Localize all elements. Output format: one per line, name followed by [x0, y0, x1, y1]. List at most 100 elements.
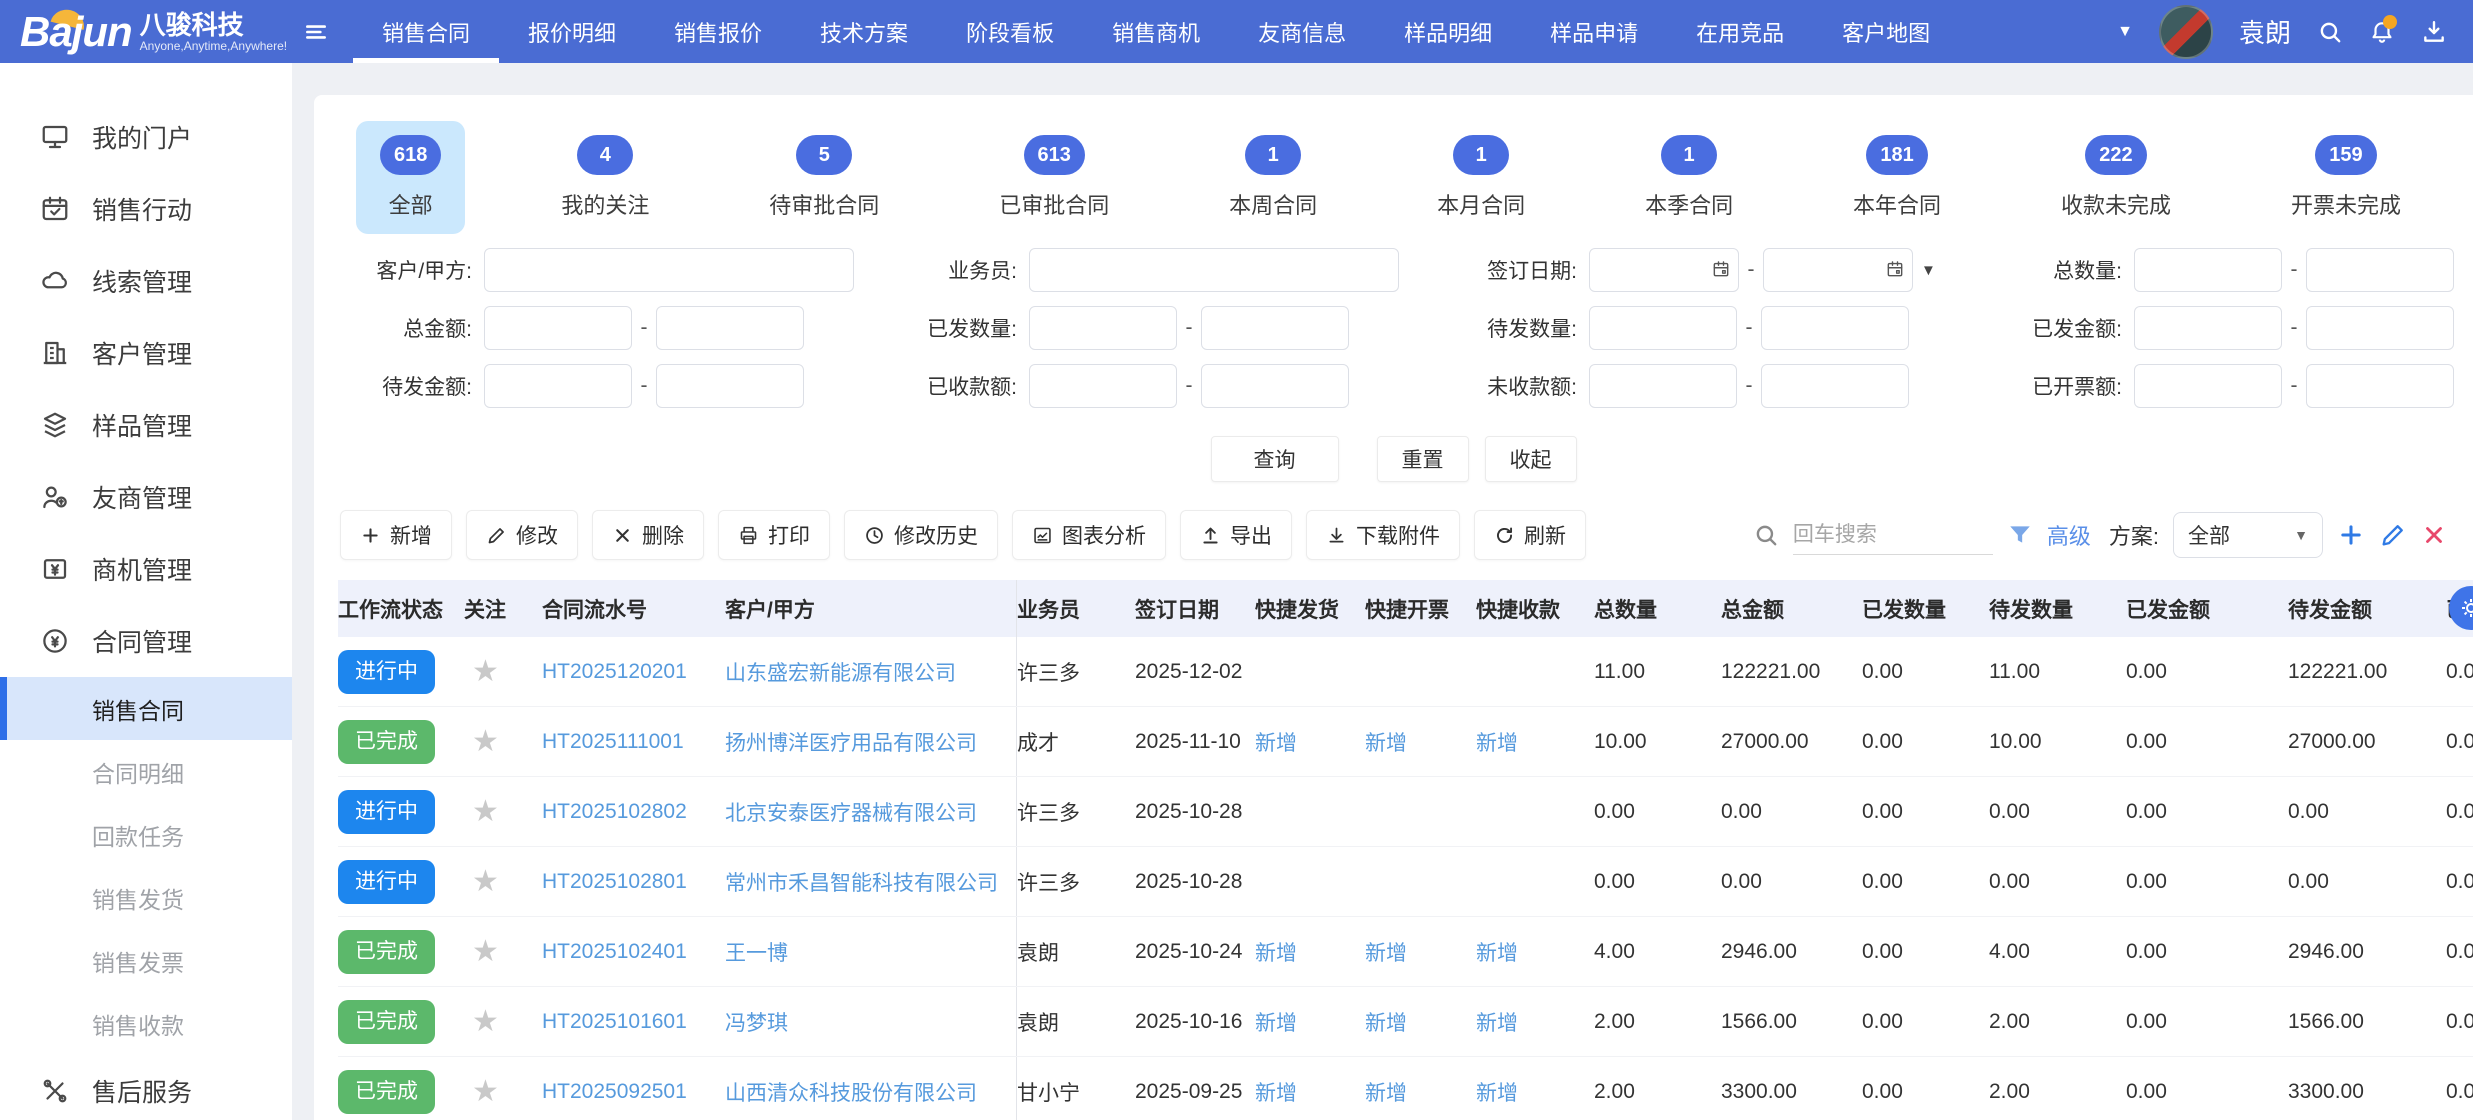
- filter-input-max[interactable]: [2306, 306, 2454, 350]
- sidebar-item[interactable]: 我的门户: [0, 101, 292, 173]
- collapse-button[interactable]: 收起: [1485, 436, 1577, 482]
- sidebar-subitem[interactable]: 合同明细: [0, 740, 292, 803]
- favorite-star-icon[interactable]: ★: [464, 797, 499, 827]
- sidebar-item[interactable]: 商机管理: [0, 533, 292, 605]
- table-search-input[interactable]: [1793, 515, 1993, 555]
- toolbar-button[interactable]: 修改历史: [844, 510, 998, 560]
- stat-card[interactable]: 613已审批合同: [975, 121, 1133, 234]
- quick-collect-link[interactable]: 新增: [1476, 1007, 1518, 1037]
- toolbar-button[interactable]: 导出: [1180, 510, 1292, 560]
- filter-input-max[interactable]: [1201, 306, 1349, 350]
- filter-input-max[interactable]: [656, 364, 804, 408]
- favorite-star-icon[interactable]: ★: [464, 867, 499, 897]
- filter-input-min[interactable]: [1589, 306, 1737, 350]
- nav-tab[interactable]: 在用竞品: [1667, 0, 1813, 63]
- reset-button[interactable]: 重置: [1377, 436, 1469, 482]
- toolbar-button[interactable]: 新增: [340, 510, 452, 560]
- filter-input-max[interactable]: [2306, 364, 2454, 408]
- favorite-star-icon[interactable]: ★: [464, 1077, 499, 1107]
- quick-invoice-link[interactable]: 新增: [1365, 937, 1407, 967]
- sidebar-item[interactable]: 售后服务: [0, 1055, 292, 1120]
- sidebar-subitem[interactable]: 销售收款: [0, 992, 292, 1055]
- favorite-star-icon[interactable]: ★: [464, 937, 499, 967]
- filter-input-min[interactable]: [484, 306, 632, 350]
- quick-collect-link[interactable]: 新增: [1476, 1077, 1518, 1107]
- contract-number-link[interactable]: HT2025092501: [542, 1080, 687, 1104]
- nav-tab[interactable]: 客户地图: [1813, 0, 1959, 63]
- toolbar-button[interactable]: 图表分析: [1012, 510, 1166, 560]
- favorite-star-icon[interactable]: ★: [464, 657, 499, 687]
- sidebar-subitem[interactable]: 销售发货: [0, 866, 292, 929]
- filter-input-max[interactable]: [1201, 364, 1349, 408]
- customer-link[interactable]: 扬州博洋医疗用品有限公司: [725, 727, 977, 757]
- filter-funnel-icon[interactable]: [2007, 522, 2033, 548]
- nav-tab[interactable]: 销售报价: [645, 0, 791, 63]
- customer-link[interactable]: 北京安泰医疗器械有限公司: [725, 797, 977, 827]
- edit-plan-icon[interactable]: [2379, 521, 2407, 549]
- contract-number-link[interactable]: HT2025111001: [542, 730, 684, 754]
- toolbar-button[interactable]: 修改: [466, 510, 578, 560]
- sidebar-subitem[interactable]: 销售发票: [0, 929, 292, 992]
- stat-card[interactable]: 618全部: [356, 121, 465, 234]
- filter-input-min[interactable]: [2134, 248, 2282, 292]
- quick-invoice-link[interactable]: 新增: [1365, 727, 1407, 757]
- contract-number-link[interactable]: HT2025102802: [542, 800, 687, 824]
- customer-link[interactable]: 山东盛宏新能源有限公司: [725, 657, 956, 687]
- toolbar-button[interactable]: 刷新: [1474, 510, 1586, 560]
- filter-input-min[interactable]: [1589, 364, 1737, 408]
- stat-card[interactable]: 1本周合同: [1205, 121, 1341, 234]
- nav-tab[interactable]: 样品明细: [1375, 0, 1521, 63]
- filter-input-min[interactable]: [2134, 306, 2282, 350]
- sidebar-item[interactable]: 线索管理: [0, 245, 292, 317]
- filter-input-max[interactable]: [656, 306, 804, 350]
- quick-invoice-link[interactable]: 新增: [1365, 1007, 1407, 1037]
- contract-number-link[interactable]: HT2025120201: [542, 660, 687, 684]
- quick-ship-link[interactable]: 新增: [1255, 1007, 1297, 1037]
- nav-tab[interactable]: 技术方案: [791, 0, 937, 63]
- quick-collect-link[interactable]: 新增: [1476, 937, 1518, 967]
- filter-input-max[interactable]: [1761, 364, 1909, 408]
- avatar[interactable]: [2159, 5, 2213, 59]
- add-plan-icon[interactable]: [2337, 521, 2365, 549]
- toolbar-button[interactable]: 打印: [718, 510, 830, 560]
- nav-tab[interactable]: 报价明细: [499, 0, 645, 63]
- quick-collect-link[interactable]: 新增: [1476, 727, 1518, 757]
- search-icon[interactable]: [2317, 19, 2343, 45]
- date-type-caret-icon[interactable]: ▼: [1921, 262, 1936, 279]
- nav-tab[interactable]: 阶段看板: [937, 0, 1083, 63]
- stat-card[interactable]: 5待审批合同: [745, 121, 903, 234]
- stat-card[interactable]: 181本年合同: [1829, 121, 1965, 234]
- nav-tab[interactable]: 销售商机: [1083, 0, 1229, 63]
- filter-input-min[interactable]: [1029, 306, 1177, 350]
- bell-icon[interactable]: [2369, 19, 2395, 45]
- search-button[interactable]: 查询: [1211, 436, 1339, 482]
- delete-plan-icon[interactable]: [2421, 522, 2447, 548]
- filter-input[interactable]: [484, 248, 854, 292]
- sidebar-item[interactable]: 客户管理: [0, 317, 292, 389]
- filter-input-min[interactable]: [484, 364, 632, 408]
- favorite-star-icon[interactable]: ★: [464, 727, 499, 757]
- stat-card[interactable]: 4我的关注: [537, 121, 673, 234]
- stat-card[interactable]: 1本月合同: [1413, 121, 1549, 234]
- quick-ship-link[interactable]: 新增: [1255, 937, 1297, 967]
- filter-input-max[interactable]: [1761, 306, 1909, 350]
- filter-input-max[interactable]: [2306, 248, 2454, 292]
- sidebar-item[interactable]: 友商管理: [0, 461, 292, 533]
- customer-link[interactable]: 冯梦琪: [725, 1007, 788, 1037]
- sidebar-item[interactable]: 销售行动: [0, 173, 292, 245]
- download-icon[interactable]: [2421, 19, 2447, 45]
- hamburger-icon[interactable]: [303, 19, 329, 45]
- nav-tab[interactable]: 销售合同: [353, 0, 499, 63]
- contract-number-link[interactable]: HT2025102801: [542, 870, 687, 894]
- quick-ship-link[interactable]: 新增: [1255, 727, 1297, 757]
- stat-card[interactable]: 159开票未完成: [2267, 121, 2425, 234]
- stat-card[interactable]: 1本季合同: [1621, 121, 1757, 234]
- plan-select[interactable]: 全部 ▼: [2173, 512, 2323, 558]
- sidebar-item[interactable]: 合同管理: [0, 605, 292, 677]
- filter-input[interactable]: [1029, 248, 1399, 292]
- nav-more-caret-icon[interactable]: ▼: [2117, 23, 2133, 41]
- toolbar-button[interactable]: 删除: [592, 510, 704, 560]
- nav-tab[interactable]: 友商信息: [1229, 0, 1375, 63]
- contract-number-link[interactable]: HT2025101601: [542, 1010, 687, 1034]
- filter-input-min[interactable]: [2134, 364, 2282, 408]
